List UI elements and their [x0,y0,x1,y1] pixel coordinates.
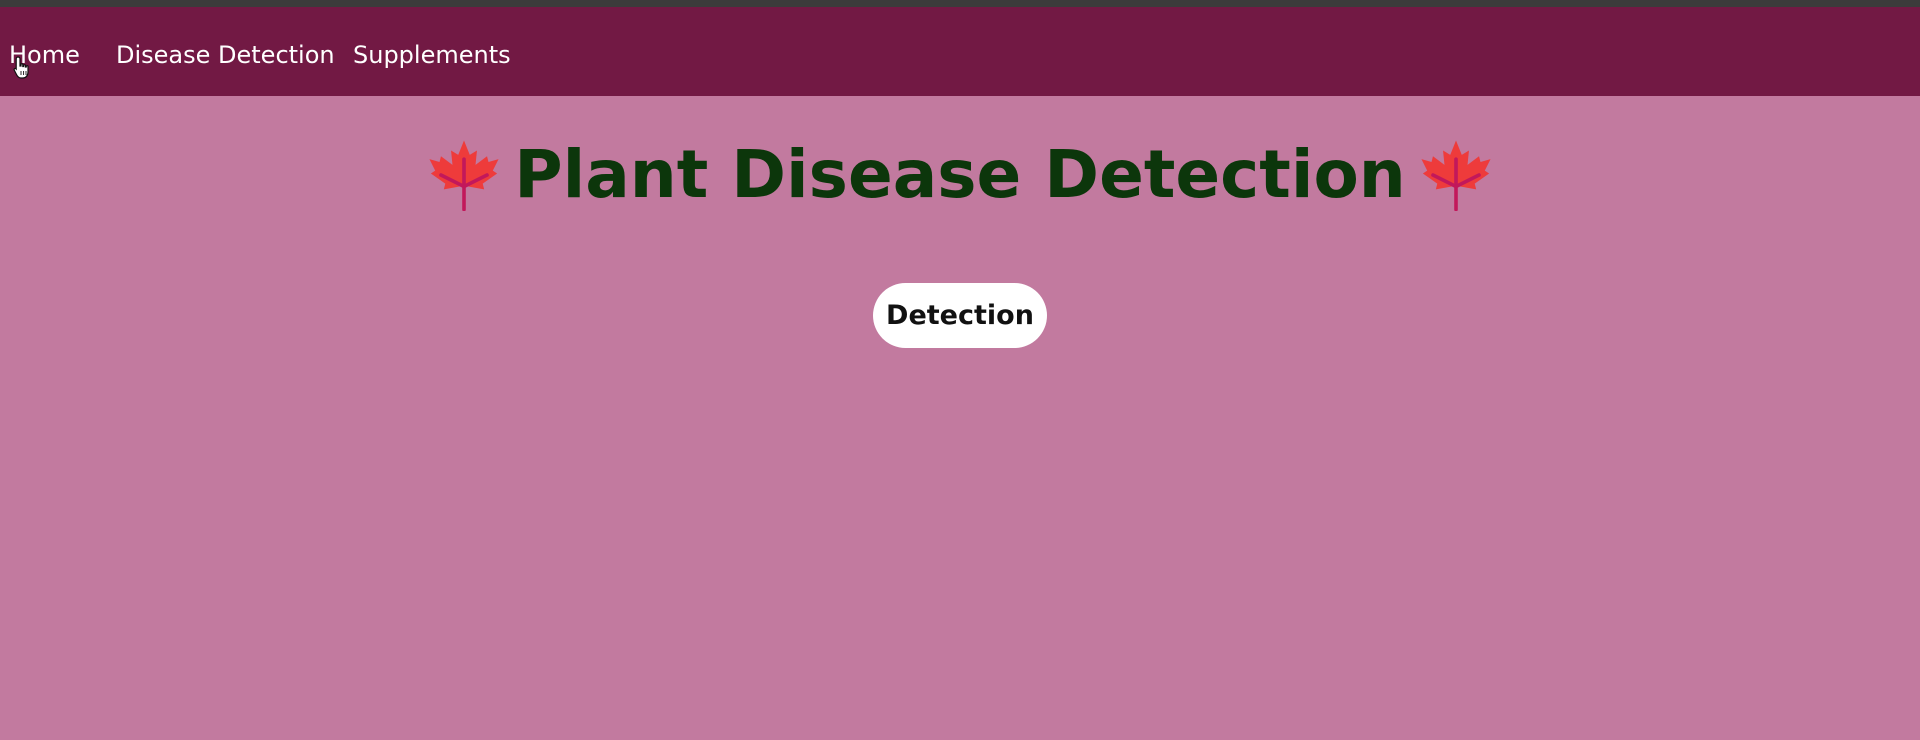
title-row: Plant Disease Detection [0,135,1920,215]
detection-button[interactable]: Detection [873,283,1047,348]
nav-link-disease-detection[interactable]: Disease Detection [116,40,335,70]
nav-link-supplements[interactable]: Supplements [353,40,511,70]
hand-cursor-icon [13,56,29,79]
navbar: Home Disease Detection Supplements [0,7,1920,96]
window-top-strip [0,0,1920,7]
maple-leaf-icon [429,140,499,211]
maple-leaf-icon [1421,140,1491,211]
page-title: Plant Disease Detection [514,136,1406,213]
